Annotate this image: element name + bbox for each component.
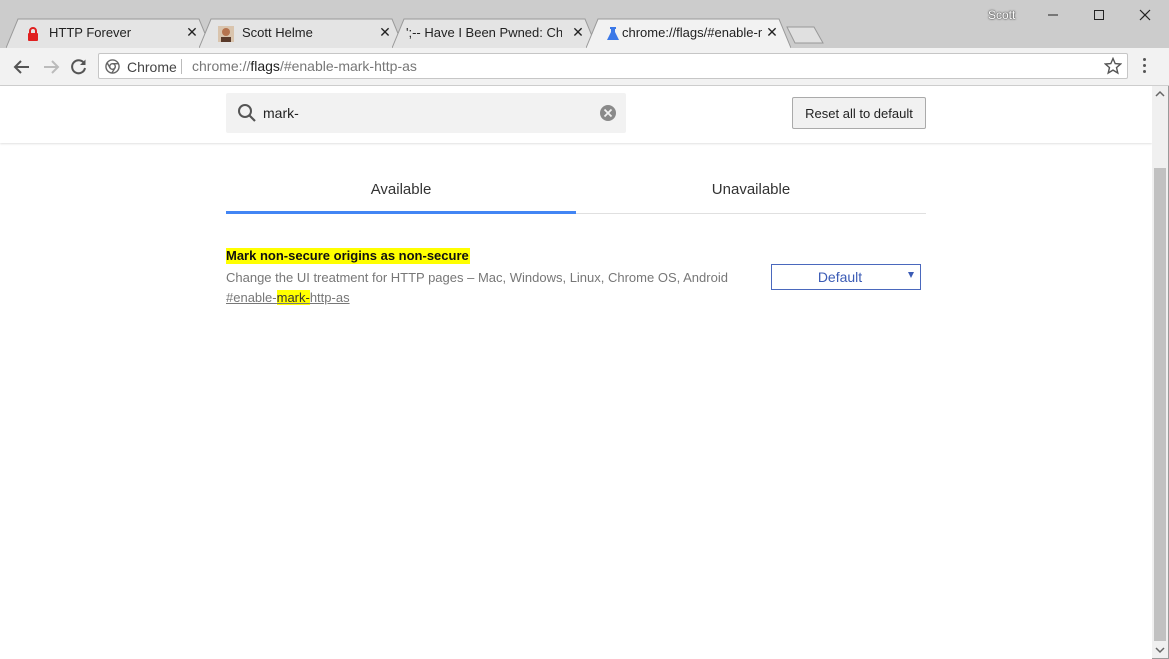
toolbar: Chrome chrome://flags/#enable-mark-http-… [0, 48, 1169, 86]
tab-title: chrome://flags/#enable-m [622, 25, 762, 40]
tab-chrome-flags[interactable]: chrome://flags/#enable-m ✕ [586, 18, 791, 48]
address-bar[interactable]: Chrome chrome://flags/#enable-mark-http-… [98, 53, 1128, 79]
title-bar: HTTP Forever ✕ Scott Helme ✕ ';-- Have I… [0, 0, 1169, 48]
clear-search-icon[interactable] [599, 104, 617, 122]
experiment-state-select[interactable]: Default [771, 264, 921, 290]
reload-button[interactable] [68, 56, 90, 78]
tab-title: HTTP Forever [49, 25, 132, 40]
close-tab-icon[interactable]: ✕ [378, 25, 392, 39]
experiment-permalink[interactable]: #enable-mark-http-as [226, 290, 350, 306]
back-arrow-icon [13, 60, 29, 74]
new-tab-button[interactable] [786, 26, 824, 44]
reload-icon [71, 59, 86, 75]
dropdown-arrow-icon [908, 272, 914, 278]
tab-title: Scott Helme [242, 25, 313, 40]
url-scheme: chrome:// [192, 58, 251, 74]
close-tab-icon[interactable]: ✕ [765, 25, 779, 39]
maximize-button[interactable] [1076, 0, 1122, 30]
search-icon [238, 104, 256, 122]
tab-scott-helme[interactable]: Scott Helme ✕ [199, 18, 404, 48]
scrollbar-thumb[interactable] [1154, 168, 1166, 641]
tab-title: ';-- Have I Been Pwned: Chec [406, 25, 562, 40]
close-icon [1139, 9, 1151, 21]
permalink-prefix: #enable- [226, 290, 277, 305]
close-tab-icon[interactable]: ✕ [571, 25, 585, 39]
experiment-description: Change the UI treatment for HTTP pages –… [226, 270, 728, 285]
menu-dot [1142, 64, 1146, 67]
flags-header: mark- Reset all to default [0, 86, 1152, 143]
flags-page: mark- Reset all to default Available Una… [0, 86, 1152, 659]
close-tab-icon[interactable]: ✕ [185, 25, 199, 39]
scroll-down-icon[interactable] [1152, 642, 1168, 658]
flags-tabs: Available Unavailable [226, 166, 926, 214]
menu-dot [1142, 58, 1146, 61]
forward-button[interactable] [40, 56, 62, 78]
bookmark-star-icon[interactable] [1104, 57, 1122, 75]
experiment-name: Mark non-secure origins as non-secure [226, 248, 470, 264]
tab-have-i-been-pwned[interactable]: ';-- Have I Been Pwned: Chec ✕ [392, 18, 597, 48]
tab-http-forever[interactable]: HTTP Forever ✕ [6, 18, 211, 48]
select-value: Default [817, 269, 863, 285]
permalink-match: mark- [276, 290, 310, 305]
vertical-scrollbar[interactable] [1152, 86, 1168, 658]
url-path: /#enable-mark-http-as [279, 58, 417, 74]
tab-available[interactable]: Available [226, 166, 576, 214]
url-text[interactable]: chrome://flags/#enable-mark-http-as [192, 58, 417, 75]
back-button[interactable] [11, 56, 33, 78]
permalink-suffix: http-as [309, 290, 350, 305]
reset-all-button[interactable]: Reset all to default [792, 97, 926, 129]
search-input[interactable]: mark- [263, 105, 299, 121]
tab-unavailable[interactable]: Unavailable [576, 166, 926, 213]
menu-dot [1142, 70, 1146, 73]
forward-arrow-icon [44, 60, 60, 74]
chrome-menu-button[interactable] [1140, 58, 1148, 76]
lock-icon [25, 26, 41, 42]
avatar-icon [218, 26, 234, 42]
search-box[interactable]: mark- [226, 93, 626, 133]
url-host: flags [250, 58, 280, 74]
minimize-icon [1048, 14, 1058, 16]
site-chip-label: Chrome [127, 58, 177, 75]
chrome-icon [105, 59, 120, 74]
maximize-icon [1094, 10, 1104, 20]
scroll-up-icon[interactable] [1152, 86, 1168, 102]
site-chip[interactable]: Chrome [105, 58, 177, 75]
omnibox-divider [181, 59, 182, 74]
flask-icon [605, 26, 621, 42]
profile-name[interactable]: Scott [988, 8, 1015, 22]
close-window-button[interactable] [1122, 0, 1168, 30]
minimize-button[interactable] [1030, 0, 1076, 30]
